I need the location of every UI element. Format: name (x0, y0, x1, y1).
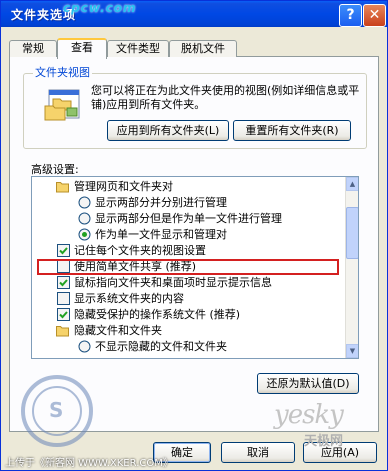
watermark-footer: 上传于《新客网 WWW.XKER.COM》 (5, 458, 173, 469)
watermark-seal: S (21, 375, 93, 447)
folder-view-icon (44, 89, 80, 121)
folder-view-legend: 文件夹视图 (33, 64, 92, 80)
list-item-label: 隐藏受保护的操作系统文件 (推荐) (74, 308, 241, 321)
list-item-label: 不显示隐藏的文件和文件夹 (95, 340, 227, 353)
list-item[interactable]: 隐藏受保护的操作系统文件 (推荐) (32, 307, 344, 322)
watermark-yesky-sub: 天极网 (304, 434, 344, 449)
checkbox-checked-icon[interactable] (57, 244, 70, 257)
list-item[interactable]: 显示两部分并分别进行管理 (32, 195, 344, 210)
advanced-settings-label: 高级设置: (31, 163, 79, 176)
list-item-label: 隐藏文件和文件夹 (74, 324, 162, 337)
radio-button-selected-icon[interactable] (78, 228, 91, 241)
list-item[interactable]: 显示系统文件夹的内容 (32, 291, 344, 306)
apply-to-all-folders-button[interactable]: 应用到所有文件夹(L) (107, 120, 229, 141)
svg-text:S: S (49, 398, 63, 422)
folder-options-dialog: 文件夹选项 ? ✕ 常规 查看 文件类型 脱机文件 文件夹视图 您可以将正在为此… (0, 0, 388, 471)
watermark-yesky: yesky (274, 400, 344, 430)
reset-all-folders-button[interactable]: 重置所有文件夹(R) (233, 120, 351, 141)
radio-button-icon[interactable] (78, 340, 91, 353)
cancel-button[interactable]: 取消 (221, 442, 295, 463)
close-button[interactable]: ✕ (363, 4, 386, 27)
checkbox-checked-icon[interactable] (57, 276, 70, 289)
checkbox-checked-icon[interactable] (57, 308, 70, 321)
tab-general[interactable]: 常规 (9, 40, 57, 57)
list-item[interactable]: 鼠标指向文件夹和桌面项时显示提示信息 (32, 275, 344, 290)
tab-view[interactable]: 查看 (57, 38, 107, 59)
scroll-thumb[interactable] (346, 207, 358, 259)
list-item[interactable]: 作为单一文件显示和管理对 (32, 227, 344, 242)
list-item-label: 显示两部分但是作为单一文件进行管理 (95, 212, 282, 225)
list-item[interactable]: 显示两部分但是作为单一文件进行管理 (32, 211, 344, 226)
list-item-label: 记住每个文件夹的视图设置 (74, 244, 206, 257)
list-item-label: 鼠标指向文件夹和桌面项时显示提示信息 (74, 276, 272, 289)
list-item[interactable]: 不显示隐藏的文件和文件夹 (32, 339, 344, 354)
folder-icon (56, 326, 69, 337)
scroll-down-icon[interactable]: ▼ (346, 344, 358, 358)
tab-offline-files[interactable]: 脱机文件 (169, 40, 237, 57)
list-item-label: 管理网页和文件夹对 (74, 180, 173, 193)
scroll-up-icon[interactable]: ▲ (346, 177, 358, 191)
highlight-annotation-box (37, 259, 339, 275)
list-item-label: 显示系统文件夹的内容 (74, 292, 184, 305)
radio-button-icon[interactable] (78, 196, 91, 209)
folder-view-description: 您可以将正在为此文件夹使用的视图(例如详细信息或平铺)应用到所有文件夹。 (91, 84, 360, 111)
vertical-scrollbar[interactable]: ▲ ▼ (345, 177, 358, 358)
list-item-label: 作为单一文件显示和管理对 (95, 228, 227, 241)
tab-file-types[interactable]: 文件类型 (107, 40, 169, 57)
watermark-site-top: cpcw.com (63, 1, 137, 15)
list-item[interactable]: 记住每个文件夹的视图设置 (32, 243, 344, 258)
radio-button-icon[interactable] (78, 212, 91, 225)
title-bar[interactable]: 文件夹选项 ? ✕ (1, 1, 387, 27)
restore-defaults-button[interactable]: 还原为默认值(D) (257, 373, 359, 394)
help-button[interactable]: ? (339, 4, 362, 27)
checkbox-icon[interactable] (57, 292, 70, 305)
list-item-label: 显示两部分并分别进行管理 (95, 196, 227, 209)
folder-icon (56, 182, 69, 193)
list-item[interactable]: 管理网页和文件夹对 (32, 179, 344, 194)
list-item[interactable]: 隐藏文件和文件夹 (32, 323, 344, 338)
